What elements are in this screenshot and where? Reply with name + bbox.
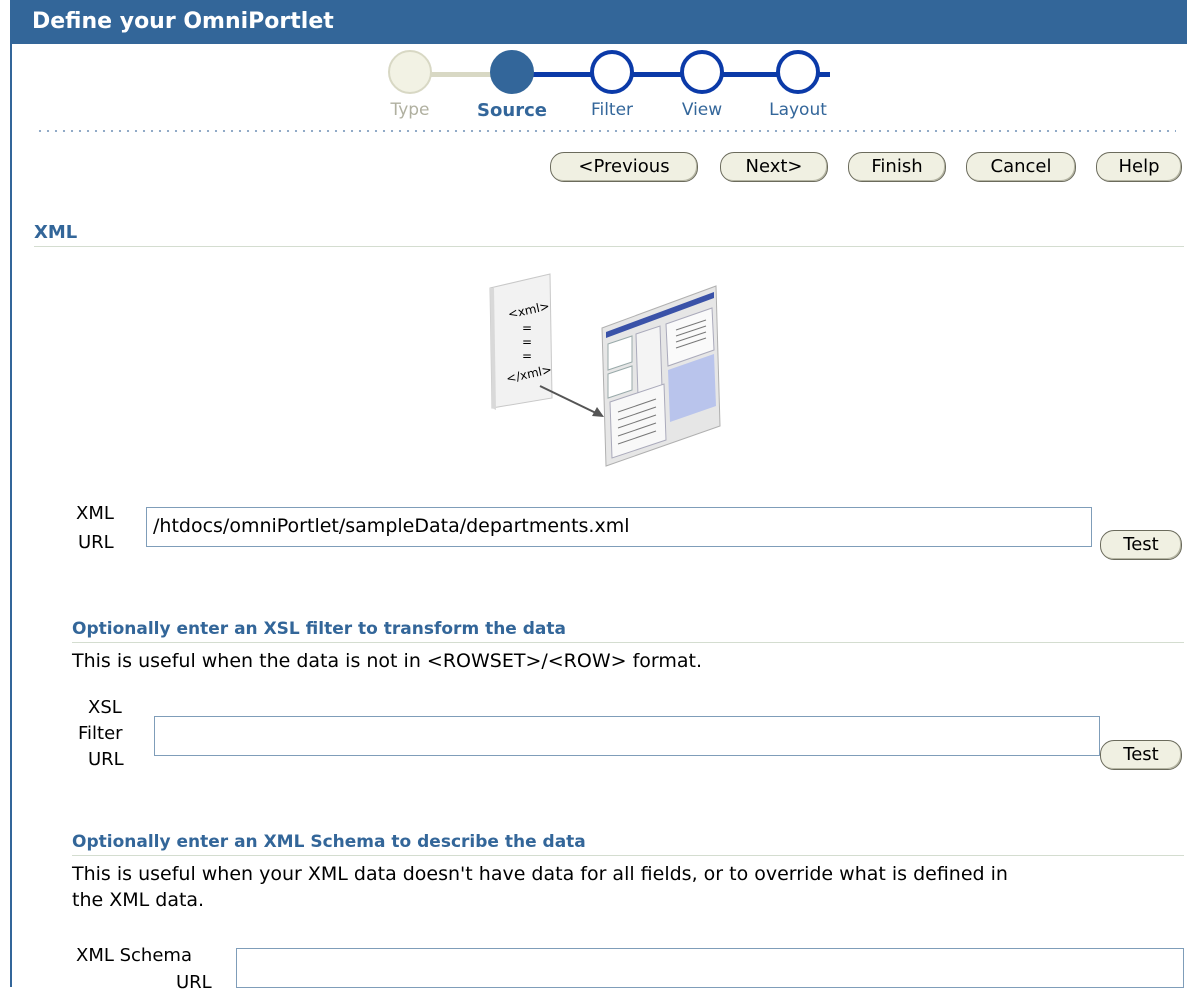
page-title: Define your OmniPortlet — [32, 9, 334, 34]
train-label-source: Source — [477, 100, 547, 121]
xml-url-input[interactable]: /htdocs/omniPortlet/sampleData/departmen… — [146, 507, 1092, 547]
train-label-type[interactable]: Type — [365, 100, 455, 120]
xsl-label-line2: Filter — [78, 723, 123, 744]
finish-button[interactable]: Finish — [848, 152, 946, 182]
train-label-view[interactable]: View — [657, 100, 747, 120]
xsl-section-rule — [72, 642, 1184, 643]
wizard-train: Type Source Filter View Layout — [380, 50, 840, 125]
cancel-button[interactable]: Cancel — [966, 152, 1076, 182]
schema-help-text-line1: This is useful when your XML data doesn'… — [72, 863, 1008, 885]
xsl-filter-url-input[interactable] — [154, 716, 1100, 756]
next-button[interactable]: Next> — [720, 152, 828, 182]
svg-text:=: = — [522, 321, 532, 335]
train-stop-view[interactable] — [680, 50, 724, 94]
xsl-label-line3: URL — [88, 749, 124, 770]
train-stop-layout[interactable] — [776, 50, 820, 94]
train-stop-source — [490, 50, 534, 94]
svg-text:=: = — [522, 349, 532, 363]
schema-section-rule — [72, 855, 1184, 856]
xsl-help-text: This is useful when the data is not in <… — [72, 650, 703, 672]
xml-section-title: XML — [34, 222, 78, 243]
xml-schema-url-input[interactable] — [236, 948, 1184, 988]
train-label-layout[interactable]: Layout — [753, 100, 843, 120]
dotted-divider — [36, 130, 1176, 132]
train-stop-type[interactable] — [388, 50, 432, 94]
train-connector — [422, 72, 492, 77]
schema-label-line1: XML Schema — [76, 945, 192, 966]
xsl-label-line1: XSL — [88, 697, 122, 718]
xml-url-label-line1: XML — [76, 503, 114, 524]
xml-url-label-line2: URL — [78, 532, 114, 553]
xsl-filter-test-button[interactable]: Test — [1100, 740, 1182, 770]
left-border — [10, 44, 12, 987]
schema-help-text-line2: the XML data. — [72, 889, 205, 911]
help-button[interactable]: Help — [1096, 152, 1182, 182]
train-stop-filter[interactable] — [590, 50, 634, 94]
schema-label-line2: URL — [176, 972, 212, 993]
previous-button[interactable]: <Previous — [550, 152, 698, 182]
xsl-section-title: Optionally enter an XSL filter to transf… — [72, 619, 566, 639]
page-header: Define your OmniPortlet — [10, 0, 1187, 44]
xml-to-portlet-illustration: <xml> = = = </xml> — [480, 268, 730, 468]
xml-section-rule — [34, 246, 1184, 247]
svg-text:=: = — [522, 335, 532, 349]
train-label-filter[interactable]: Filter — [567, 100, 657, 120]
xml-url-test-button[interactable]: Test — [1100, 530, 1182, 560]
schema-section-title: Optionally enter an XML Schema to descri… — [72, 832, 586, 852]
